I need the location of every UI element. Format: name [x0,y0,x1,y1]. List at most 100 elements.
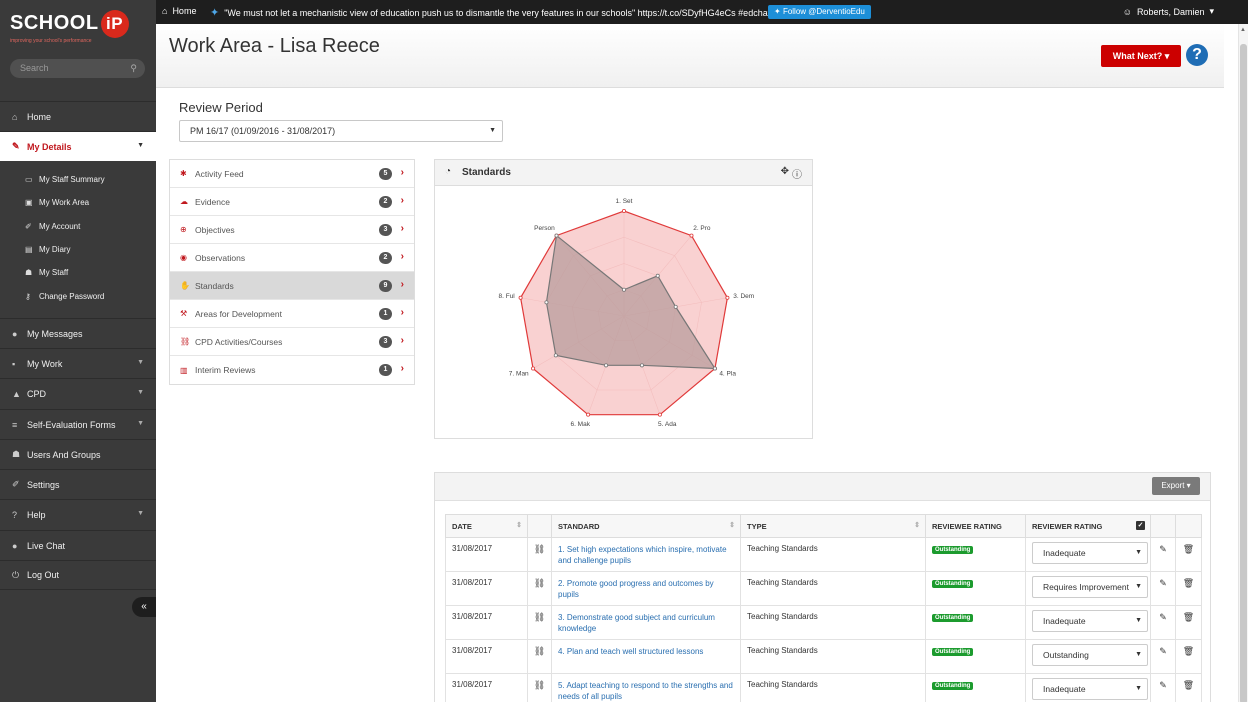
link-cell[interactable]: ⛓ [527,537,552,572]
radar-point[interactable] [725,295,730,300]
radar-point[interactable] [544,300,549,305]
page-scrollbar[interactable]: ▲ [1238,24,1248,702]
scroll-up-icon[interactable]: ▲ [1240,27,1246,33]
edit-icon[interactable]: ✎ [1159,680,1167,690]
trash-icon[interactable]: 🗑 [1183,578,1194,588]
reviewer-rating-select[interactable]: Requires Improvement ▼ [1032,576,1148,598]
radar-point[interactable] [553,353,558,358]
expand-icon[interactable]: ✥ [781,166,789,181]
date-cell: 31/08/2017 [445,639,528,674]
edit-icon[interactable]: ✎ [1159,544,1167,554]
what-next-button[interactable]: What Next? ▾ [1101,45,1181,67]
search-icon[interactable]: ⚲ [130,59,137,78]
radar-point[interactable] [639,363,644,368]
radar-point[interactable] [657,412,662,417]
column-header-label: DATE [452,521,472,531]
reviewer-rating-select[interactable]: Outstanding ▼ [1032,644,1148,666]
delete-cell: 🗑 [1175,673,1202,702]
sidebar-item-live-chat[interactable]: ● Live Chat [0,530,156,560]
user-menu[interactable]: ☺ Roberts, Damien ▾ [1123,6,1214,17]
sidebar-item-log-out[interactable]: ⏻ Log Out [0,560,156,590]
sidebar-item-my-details[interactable]: ✎ My Details ▼ [0,131,156,161]
radar-point[interactable] [689,233,694,238]
radar-point[interactable] [604,363,609,368]
sidebar-item-settings[interactable]: ✐ Settings [0,469,156,499]
menu-item-standards[interactable]: ✋ Standards 9 › [170,272,414,300]
trash-icon[interactable]: 🗑 [1183,646,1194,656]
collapse-sidebar-button[interactable]: « [132,597,156,617]
link-cell[interactable]: ⛓ [527,673,552,702]
standard-link[interactable]: 4. Plan and teach well structured lesson… [551,639,741,674]
review-period-select[interactable]: PM 16/17 (01/09/2016 - 31/08/2017) ▼ [179,120,503,142]
menu-item-objectives[interactable]: ⊕ Objectives 3 › [170,216,414,244]
sidebar-item-self-evaluation-forms[interactable]: ≡ Self-Evaluation Forms ▼ [0,409,156,439]
menu-item-interim-reviews[interactable]: ▥ Interim Reviews 1 › [170,356,414,384]
link-cell[interactable]: ⛓ [527,639,552,674]
reviewer-rating-select[interactable]: Inadequate ▼ [1032,678,1148,700]
chat-icon: ● [12,328,18,339]
caret-down-icon: ▼ [1132,645,1142,665]
trash-icon[interactable]: 🗑 [1183,612,1194,622]
standard-link[interactable]: 1. Set high expectations which inspire, … [551,537,741,572]
info-icon[interactable]: ⓘ [792,166,802,181]
type-cell: Teaching Standards [740,537,926,572]
sub-item-my-diary[interactable]: ▤ My Diary [25,245,71,254]
menu-item-activity-feed[interactable]: ✱ Activity Feed 5 › [170,160,414,188]
top-home-link[interactable]: ⌂ Home [162,6,196,16]
radar-point[interactable] [621,287,626,292]
link-icon[interactable]: ⛓ [534,612,545,622]
sidebar-item-my-work[interactable]: ▪ My Work ▼ [0,348,156,378]
sidebar-item-my-messages[interactable]: ● My Messages [0,318,156,348]
sidebar-item-cpd[interactable]: ▲ CPD ▼ [0,378,156,408]
radar-point[interactable] [673,304,678,309]
sub-item-my-staff[interactable]: ☗ My Staff [25,268,68,277]
reviewer-rating-select[interactable]: Inadequate ▼ [1032,610,1148,632]
menu-item-areas-for-development[interactable]: ⚒ Areas for Development 1 › [170,300,414,328]
link-icon[interactable]: ⛓ [534,680,545,690]
tweet-ticker[interactable]: ✦ "We must not let a mechanistic view of … [210,6,770,19]
menu-item-observations[interactable]: ◉ Observations 2 › [170,244,414,272]
radar-point[interactable] [655,273,660,278]
column-header-date[interactable]: DATE ⇕ [445,514,528,538]
link-icon[interactable]: ⛓ [534,578,545,588]
sidebar-item-users-and-groups[interactable]: ☗ Users And Groups [0,439,156,469]
column-header-type[interactable]: TYPE ⇕ [740,514,926,538]
menu-item-evidence[interactable]: ☁ Evidence 2 › [170,188,414,216]
standard-link[interactable]: 2. Promote good progress and outcomes by… [551,571,741,606]
standard-link[interactable]: 3. Demonstrate good subject and curricul… [551,605,741,640]
radar-point[interactable] [554,233,559,238]
scrollbar-thumb[interactable] [1240,44,1247,702]
reviewer-rating-select[interactable]: Inadequate ▼ [1032,542,1148,564]
sub-item-change-password[interactable]: ⚷ Change Password [25,292,104,301]
search-input[interactable]: Search ⚲ [10,59,145,78]
column-header-label: STANDARD [558,521,600,531]
sub-item-my-work-area[interactable]: ▣ My Work Area [25,198,89,207]
radar-point[interactable] [621,208,626,213]
column-header-standard[interactable]: STANDARD ⇕ [551,514,741,538]
export-button[interactable]: Export ▾ [1152,477,1200,495]
link-icon[interactable]: ⛓ [534,646,545,656]
radar-point[interactable] [586,412,591,417]
menu-item-cpd-activities[interactable]: ⛓ CPD Activities/Courses 3 › [170,328,414,356]
edit-icon[interactable]: ✎ [1159,612,1167,622]
radar-point[interactable] [712,366,717,371]
edit-icon[interactable]: ✎ [1159,646,1167,656]
edit-cell: ✎ [1150,673,1176,702]
edit-icon[interactable]: ✎ [1159,578,1167,588]
link-icon[interactable]: ⛓ [534,544,545,554]
sub-item-my-account[interactable]: ✐ My Account [25,222,80,231]
logo[interactable]: SCHOOL iP [10,10,129,38]
radar-point[interactable] [518,295,523,300]
checkbox-icon[interactable]: ✓ [1136,521,1145,530]
radar-point[interactable] [531,366,536,371]
sub-item-my-staff-summary[interactable]: ▭ My Staff Summary [25,175,105,184]
trash-icon[interactable]: 🗑 [1183,544,1194,554]
help-button[interactable]: ? [1186,44,1208,66]
sidebar-item-home[interactable]: ⌂ Home [0,101,156,131]
follow-button[interactable]: ✦ Follow @DerventioEdu [768,5,871,19]
link-cell[interactable]: ⛓ [527,571,552,606]
trash-icon[interactable]: 🗑 [1183,680,1194,690]
sidebar-item-help[interactable]: ? Help ▼ [0,499,156,529]
standard-link[interactable]: 5. Adapt teaching to respond to the stre… [551,673,741,702]
link-cell[interactable]: ⛓ [527,605,552,640]
